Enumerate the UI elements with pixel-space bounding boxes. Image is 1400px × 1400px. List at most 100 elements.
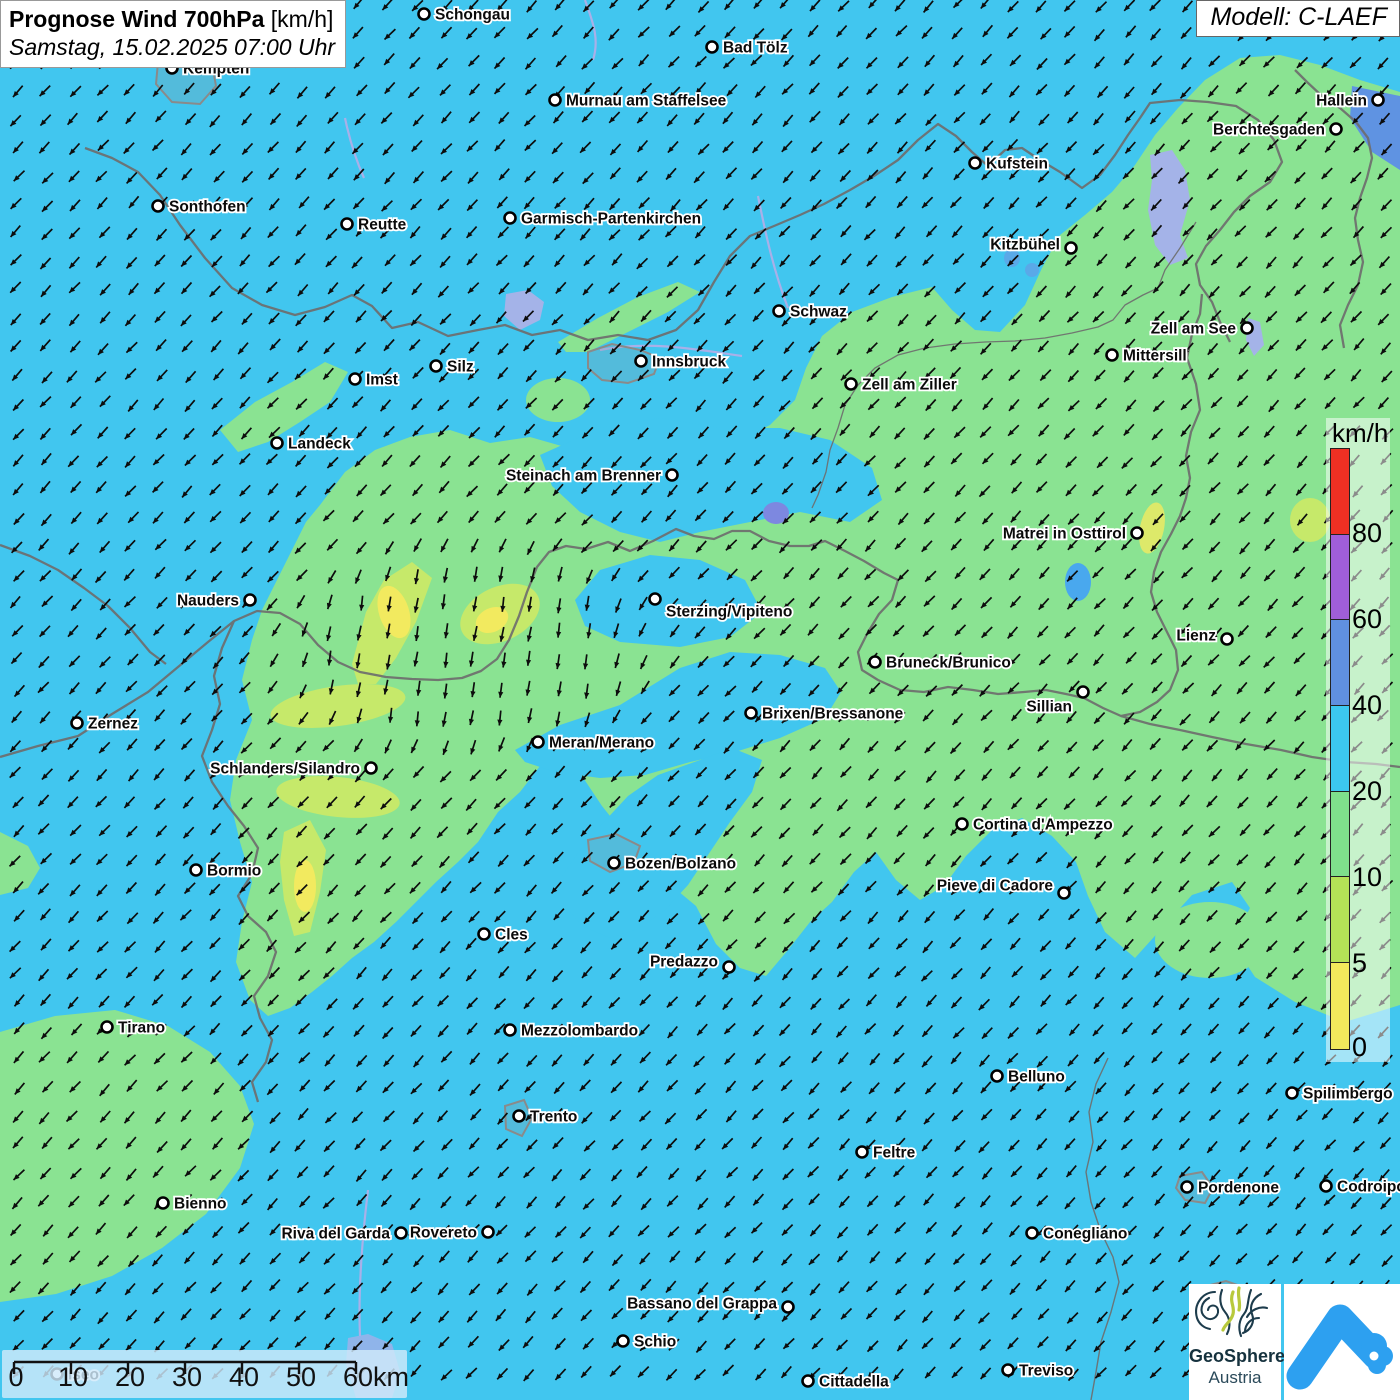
city-marker: [272, 438, 283, 449]
page-title: Prognose Wind 700hPa [km/h]: [9, 5, 335, 33]
city-marker: [618, 1336, 629, 1347]
city-label: Tirano: [118, 1020, 165, 1037]
city-marker: [158, 1198, 169, 1209]
city-marker: [707, 42, 718, 53]
city-marker: [396, 1228, 407, 1239]
legend-tick: 40: [1352, 692, 1392, 719]
city: Matrei in Osttirol: [1003, 526, 1143, 543]
title-text: Prognose Wind 700hPa: [9, 6, 264, 32]
city: Berchtesgaden: [1213, 122, 1341, 139]
city-label: Bozen/Bolzano: [625, 856, 736, 873]
city-marker: [774, 306, 785, 317]
city-marker: [667, 470, 678, 481]
city-marker: [483, 1227, 494, 1238]
city: Bozen/Bolzano: [609, 856, 737, 873]
city-label: Cortina d'Ampezzo: [973, 817, 1113, 834]
legend-seg-yellow: [1331, 963, 1349, 1049]
city-marker: [342, 219, 353, 230]
wind-region-blue: [1065, 563, 1091, 601]
city-label: Treviso: [1019, 1363, 1073, 1380]
city-label: Murnau am Staffelsee: [566, 93, 727, 110]
legend-seg-blue: [1331, 620, 1349, 706]
scale-label: 20: [115, 1364, 145, 1391]
mountain-cloud-icon: [1284, 1284, 1400, 1400]
legend-tick: 10: [1352, 864, 1392, 891]
scale-label: 30: [172, 1364, 202, 1391]
city-label: Kitzbühel: [990, 237, 1060, 254]
city: Cortina d'Ampezzo: [957, 817, 1113, 834]
city-marker: [245, 595, 256, 606]
city-label: Berchtesgaden: [1213, 122, 1325, 139]
city-marker: [505, 213, 516, 224]
city-marker: [783, 1302, 794, 1313]
city-label: Cles: [495, 927, 528, 944]
scale-label: 10: [58, 1364, 88, 1391]
city-label: Rovereto: [410, 1225, 477, 1242]
city-marker: [153, 201, 164, 212]
city-label: Riva del Garda: [281, 1226, 390, 1243]
city: Mezzolombardo: [505, 1023, 639, 1040]
city-marker: [1321, 1181, 1332, 1192]
city-label: Conegliano: [1043, 1226, 1127, 1243]
legend-colorbar: [1330, 448, 1350, 1050]
city-marker: [1222, 634, 1233, 645]
city-label: Belluno: [1008, 1069, 1065, 1086]
city-label: Hallein: [1316, 93, 1367, 110]
city-label: Schlanders/Silandro: [210, 761, 360, 778]
city-marker: [992, 1071, 1003, 1082]
valid-time: Samstag, 15.02.2025 07:00 Uhr: [9, 33, 335, 61]
city-marker: [1132, 528, 1143, 539]
city-marker: [1331, 124, 1342, 135]
scale-label: 40: [229, 1364, 259, 1391]
city-label: Pieve di Cadore: [937, 878, 1054, 895]
city-label: Trento: [530, 1109, 577, 1126]
title-unit: [km/h]: [271, 6, 334, 32]
scale-label: 0: [8, 1364, 23, 1391]
city-label: Matrei in Osttirol: [1003, 526, 1126, 543]
city-marker: [1003, 1365, 1014, 1376]
legend-tick: 60: [1352, 606, 1392, 633]
city-label: Lienz: [1176, 628, 1216, 645]
city-label: Nauders: [177, 593, 239, 610]
city-label: Brixen/Bressanone: [762, 706, 904, 723]
city: Schlanders/Silandro: [210, 761, 376, 778]
city-label: Innsbruck: [652, 354, 726, 371]
city-marker: [650, 594, 661, 605]
city-marker: [479, 929, 490, 940]
geosphere-country: Austria: [1189, 1368, 1281, 1388]
city-marker: [957, 819, 968, 830]
city: Zell am Ziller: [846, 377, 957, 394]
city-label: Predazzo: [650, 954, 718, 971]
city-label: Zell am See: [1151, 321, 1237, 338]
title-box: Prognose Wind 700hPa [km/h] Samstag, 15.…: [0, 0, 346, 68]
city: Bruneck/Brunico: [870, 655, 1011, 672]
legend-seg-red: [1331, 449, 1349, 535]
city-marker: [1242, 323, 1253, 334]
city-marker: [746, 708, 757, 719]
city-label: Imst: [366, 372, 398, 389]
city-marker: [419, 9, 430, 20]
city: Riva del Garda: [281, 1226, 406, 1243]
city-label: Schongau: [435, 7, 510, 24]
city-label: Sonthofen: [169, 199, 246, 216]
city: Garmisch-Partenkirchen: [505, 211, 702, 228]
city-marker: [366, 763, 377, 774]
city-marker: [1066, 243, 1077, 254]
city-marker: [636, 356, 647, 367]
city-marker: [431, 361, 442, 372]
map-canvas: SchongauBad TölzKemptenMurnau am Staffel…: [0, 0, 1400, 1400]
city-label: Sterzing/Vipiteno: [666, 604, 792, 621]
city-label: Bruneck/Brunico: [886, 655, 1011, 672]
city-label: Silz: [447, 359, 474, 376]
city-marker: [505, 1025, 516, 1036]
model-label: Modell: C-LAEF: [1196, 0, 1400, 37]
city-label: Kufstein: [986, 156, 1048, 173]
city-label: Mittersill: [1123, 348, 1187, 365]
city-label: Bassano del Grappa: [627, 1296, 777, 1313]
city-marker: [1182, 1182, 1193, 1193]
legend-tick: 0: [1352, 1034, 1392, 1061]
legend: km/h 80 60 40 20 10 5 0: [1326, 418, 1390, 1062]
city-label: Mezzolombardo: [521, 1023, 638, 1040]
city-marker: [970, 158, 981, 169]
city-marker: [102, 1022, 113, 1033]
